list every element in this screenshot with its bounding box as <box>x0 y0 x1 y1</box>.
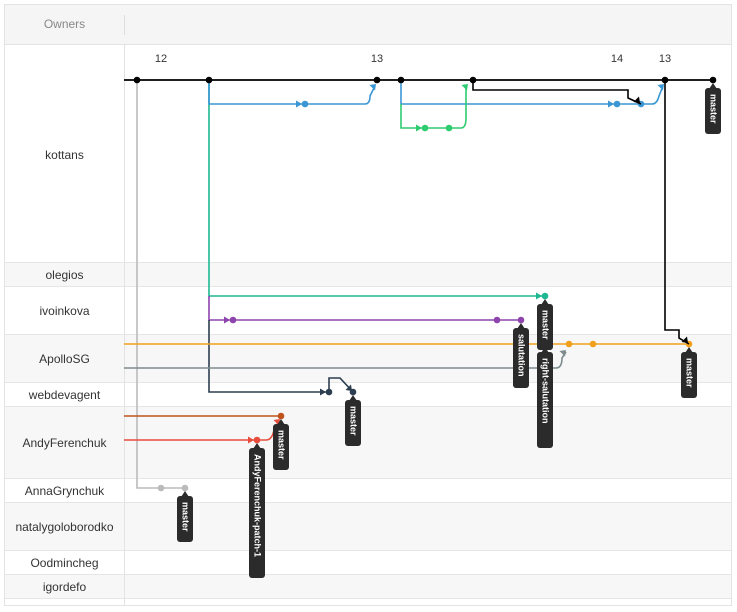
branch-tag-label: right-salutation <box>541 358 551 424</box>
branch-line-kottans-merge <box>472 80 642 105</box>
network-graph: 12 13 14 13 master master salutation right-salu… <box>124 53 721 578</box>
commit-dot[interactable] <box>445 124 453 132</box>
commit-dot-master[interactable] <box>469 76 477 84</box>
merge-arrow <box>461 84 468 91</box>
merge-arrow <box>296 100 302 108</box>
commit-dot-master[interactable] <box>373 76 381 84</box>
merge-arrow <box>608 100 614 108</box>
branch-tag-label: master <box>541 310 551 340</box>
branch-tag[interactable]: master <box>345 395 361 446</box>
branch-tag-label: master <box>349 406 359 436</box>
commit-dot[interactable] <box>253 436 261 444</box>
branch-tag[interactable]: master <box>681 347 697 398</box>
merge-arrow <box>224 316 230 324</box>
timeline-tick: 13 <box>659 53 671 65</box>
branch-tag-label: master <box>709 94 719 124</box>
branch-line-right-salutation <box>124 351 567 369</box>
commit-dot[interactable] <box>325 388 333 396</box>
commit-dot-master[interactable] <box>709 76 717 84</box>
branch-line-ivoinkova <box>208 80 545 297</box>
branch-tag[interactable]: master <box>705 83 721 134</box>
commit-dot[interactable] <box>349 388 357 396</box>
commit-dot[interactable] <box>421 124 429 132</box>
timeline-tick: 13 <box>371 53 383 65</box>
merge-arrow <box>248 436 254 444</box>
commit-dot[interactable] <box>301 100 309 108</box>
branch-line-kottans-to-apollosg <box>664 80 690 345</box>
commit-dot[interactable] <box>229 316 237 324</box>
branch-tag-label: master <box>685 358 695 388</box>
commit-dot-master[interactable] <box>205 76 213 84</box>
branch-tag[interactable]: AndyFerenchuk-patch-1 <box>249 443 265 578</box>
branch-line-kottans-blue-1 <box>208 80 376 105</box>
merge-arrow <box>633 96 640 103</box>
commit-dot-master[interactable] <box>661 76 669 84</box>
commit-dot-master[interactable] <box>133 76 141 84</box>
commit-dot[interactable] <box>277 412 285 420</box>
branch-tag[interactable]: master <box>537 299 553 350</box>
commit-dot[interactable] <box>589 340 597 348</box>
merge-arrow <box>416 124 422 132</box>
branch-tag[interactable]: right-salutation <box>537 347 553 448</box>
merge-arrow <box>536 292 542 300</box>
timeline-tick: 14 <box>611 53 623 65</box>
commit-dot[interactable] <box>493 316 501 324</box>
branch-tag[interactable]: master <box>177 491 193 542</box>
commit-dot[interactable] <box>181 484 189 492</box>
branch-line-webdevagent <box>208 320 354 393</box>
commit-dot[interactable] <box>517 316 525 324</box>
commit-dot[interactable] <box>613 100 621 108</box>
commit-dot[interactable] <box>565 340 573 348</box>
merge-arrow <box>320 388 326 396</box>
branch-line-salutation <box>208 296 521 321</box>
branch-line-annagrynchuk <box>136 80 185 489</box>
commit-dot[interactable] <box>541 292 549 300</box>
commit-dot-master[interactable] <box>397 76 405 84</box>
commit-dot[interactable] <box>157 484 165 492</box>
branch-tag[interactable]: master <box>273 419 289 470</box>
branch-tag-label: master <box>277 430 287 460</box>
branch-line-kottans-blue-2 <box>400 80 664 105</box>
branch-line-kottans-green <box>400 86 467 129</box>
branch-tag[interactable]: salutation <box>513 323 529 388</box>
timeline-tick: 12 <box>155 53 167 65</box>
branch-tag-label: salutation <box>517 334 527 377</box>
branch-tag-label: master <box>181 502 191 532</box>
branch-tag-label: AndyFerenchuk-patch-1 <box>253 454 263 557</box>
